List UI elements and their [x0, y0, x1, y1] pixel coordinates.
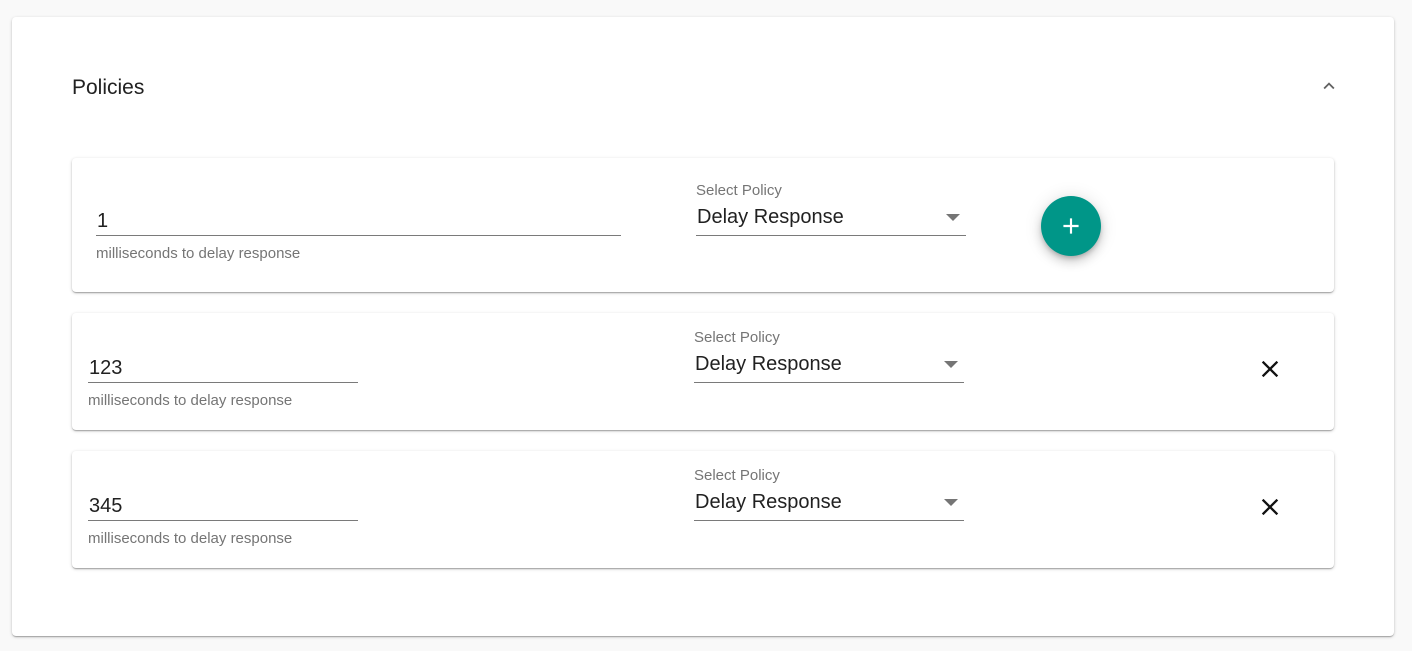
delay-helper-text: milliseconds to delay response	[88, 530, 293, 547]
delay-input[interactable]: 345	[88, 491, 358, 521]
policy-card: 345 milliseconds to delay response Selec…	[72, 451, 1334, 568]
chevron-up-icon	[1323, 82, 1335, 90]
policy-select[interactable]: Delay Response	[694, 487, 964, 521]
plus-icon	[1063, 218, 1079, 234]
dropdown-arrow-icon	[946, 214, 960, 221]
collapse-button[interactable]	[1314, 71, 1344, 101]
delay-helper-text: milliseconds to delay response	[96, 245, 301, 262]
policy-select-field: Select Policy Delay Response	[694, 467, 964, 521]
dropdown-arrow-icon	[944, 499, 958, 506]
policy-select[interactable]: Delay Response	[694, 349, 964, 383]
add-policy-button[interactable]	[1041, 196, 1101, 256]
dropdown-arrow-icon	[944, 361, 958, 368]
delay-helper-text: milliseconds to delay response	[88, 392, 293, 409]
policy-select-field: Select Policy Delay Response	[694, 329, 964, 383]
remove-policy-button[interactable]	[1255, 354, 1285, 384]
select-policy-label: Select Policy	[694, 467, 780, 484]
select-policy-label: Select Policy	[694, 329, 780, 346]
policies-panel: Policies 1 milliseconds to delay respons…	[12, 17, 1394, 636]
remove-policy-button[interactable]	[1255, 492, 1285, 522]
policy-select[interactable]: Delay Response	[696, 202, 966, 236]
policy-card: 1 milliseconds to delay response Select …	[72, 158, 1334, 292]
delay-input[interactable]: 1	[96, 206, 621, 236]
policy-card: 123 milliseconds to delay response Selec…	[72, 313, 1334, 430]
close-icon	[1261, 498, 1279, 516]
delay-field: 345 milliseconds to delay response	[88, 491, 358, 547]
policy-select-value: Delay Response	[695, 491, 842, 513]
close-icon	[1261, 360, 1279, 378]
panel-title: Policies	[72, 76, 145, 99]
select-policy-label: Select Policy	[696, 182, 782, 199]
policy-select-value: Delay Response	[697, 206, 844, 228]
delay-field: 1 milliseconds to delay response	[96, 206, 621, 262]
policy-select-field: Select Policy Delay Response	[696, 182, 966, 236]
delay-input[interactable]: 123	[88, 353, 358, 383]
delay-field: 123 milliseconds to delay response	[88, 353, 358, 409]
policy-select-value: Delay Response	[695, 353, 842, 375]
